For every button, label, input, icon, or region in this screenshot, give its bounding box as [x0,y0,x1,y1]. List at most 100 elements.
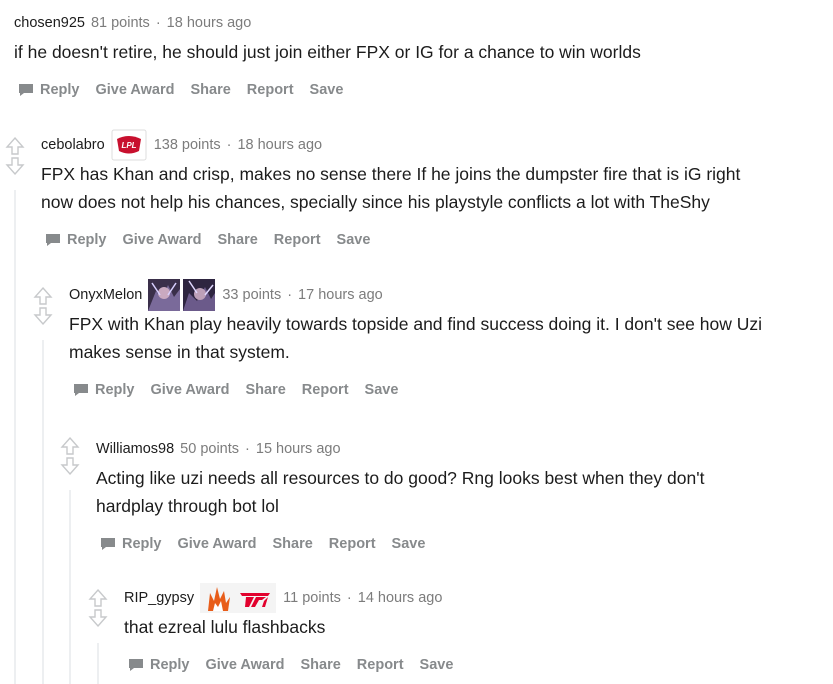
reply-icon [19,84,33,96]
comment-williamos98: Williamos98 50 points · 15 hours ago Act… [96,437,704,556]
comment-meta: Williamos98 50 points · 15 hours ago [96,437,704,461]
comment-time[interactable]: 14 hours ago [358,590,443,606]
save-button[interactable]: Save [337,232,371,248]
thread-line-level3[interactable] [69,490,71,684]
report-button[interactable]: Report [274,232,321,248]
upvote-icon[interactable] [88,588,108,608]
share-button[interactable]: Share [245,382,285,398]
reply-button[interactable]: Reply [18,82,80,98]
give-award-button[interactable]: Give Award [123,232,202,248]
reply-icon [101,538,115,550]
comment-meta: cebolabro LPL 138 points · 18 hours ago [41,127,740,163]
comment-body: Acting like uzi needs all resources to d… [96,468,705,516]
comment-author[interactable]: OnyxMelon [69,287,142,303]
comment-body: FPX with Khan play heavily towards topsi… [69,314,763,362]
user-flair [148,279,216,311]
share-button[interactable]: Share [272,536,312,552]
upvote-icon[interactable] [5,136,25,156]
share-button[interactable]: Share [190,82,230,98]
comment-body: FPX has Khan and crisp, makes no sense t… [41,164,741,212]
comment-actions: Reply Give Award Share Report Save [73,378,762,402]
comment-body: that ezreal lulu flashbacks [124,617,326,637]
report-button[interactable]: Report [247,82,294,98]
save-button[interactable]: Save [420,657,454,673]
thread-line-level2[interactable] [42,340,44,684]
comment-rip-gypsy: RIP_gypsy 11 points · 14 hours ago that … [124,580,469,677]
comment-author[interactable]: RIP_gypsy [124,590,194,606]
meta-separator: · [226,137,232,153]
reply-button[interactable]: Reply [128,657,190,673]
upvote-icon[interactable] [33,286,53,306]
reply-button[interactable]: Reply [100,536,162,552]
share-button[interactable]: Share [300,657,340,673]
champion-portrait-flair [148,279,181,311]
comment-time[interactable]: 18 hours ago [237,137,322,153]
champion-portrait-flair [183,279,216,311]
vote-arrows [4,136,26,176]
reply-label: Reply [122,536,162,552]
comment-meta: RIP_gypsy 11 points · 14 hours ago [124,580,469,616]
comment-author[interactable]: cebolabro [41,137,105,153]
reply-button[interactable]: Reply [73,382,135,398]
upvote-icon[interactable] [60,436,80,456]
comment-cebolabro: cebolabro LPL 138 points · 18 hours ago … [41,127,740,252]
svg-text:LPL: LPL [121,141,136,150]
report-button[interactable]: Report [329,536,376,552]
comment-points: 11 points [283,590,341,606]
give-award-button[interactable]: Give Award [206,657,285,673]
downvote-icon[interactable] [5,156,25,176]
skt-logo-flair [238,583,272,613]
save-button[interactable]: Save [365,382,399,398]
reply-button[interactable]: Reply [45,232,107,248]
reply-icon [74,384,88,396]
save-button[interactable]: Save [310,82,344,98]
comment-time[interactable]: 18 hours ago [167,15,252,31]
meta-separator: · [245,441,250,457]
user-flair: LPL [111,129,147,161]
report-button[interactable]: Report [357,657,404,673]
comment-time[interactable]: 17 hours ago [298,287,383,303]
thread-line-level1[interactable] [14,190,16,684]
comment-points: 50 points [180,441,240,457]
vote-arrows [32,286,54,326]
reply-label: Reply [40,82,80,98]
comment-body: if he doesn't retire, he should just joi… [14,42,641,62]
meta-separator: · [155,15,161,31]
comment-author[interactable]: Williamos98 [96,441,174,457]
comment-points: 81 points [90,15,150,31]
give-award-button[interactable]: Give Award [151,382,230,398]
user-flair [200,583,277,613]
downvote-icon[interactable] [33,306,53,326]
lpl-logo-flair: LPL [111,129,147,161]
comment-points: 33 points [222,287,282,303]
comment-points: 138 points [153,137,221,153]
reply-label: Reply [150,657,190,673]
downvote-icon[interactable] [88,608,108,628]
comment-actions: Reply Give Award Share Report Save [18,78,641,102]
thread-line-level4[interactable] [97,643,99,684]
comment-author[interactable]: chosen925 [14,15,85,31]
meta-separator: · [287,287,293,303]
comment-actions: Reply Give Award Share Report Save [128,653,469,677]
vote-arrows [59,436,81,476]
comment-actions: Reply Give Award Share Report Save [100,532,704,556]
reply-label: Reply [67,232,107,248]
report-button[interactable]: Report [302,382,349,398]
reply-label: Reply [95,382,135,398]
comment-onyxmelon: OnyxMelon 33 points · 17 hours ago FPX w… [69,277,762,402]
comment-actions: Reply Give Award Share Report Save [45,228,740,252]
vote-arrows [87,588,109,628]
comment-time[interactable]: 15 hours ago [256,441,341,457]
comment-meta: chosen925 81 points · 18 hours ago [14,11,641,35]
share-button[interactable]: Share [217,232,257,248]
save-button[interactable]: Save [392,536,426,552]
give-award-button[interactable]: Give Award [178,536,257,552]
comment-chosen925: chosen925 81 points · 18 hours ago if he… [14,11,641,102]
downvote-icon[interactable] [60,456,80,476]
rng-logo-flair [204,583,232,613]
meta-separator: · [346,590,352,606]
give-award-button[interactable]: Give Award [96,82,175,98]
reply-icon [129,659,143,671]
reply-icon [46,234,60,246]
comment-meta: OnyxMelon 33 points · 17 hours ago [69,277,762,313]
